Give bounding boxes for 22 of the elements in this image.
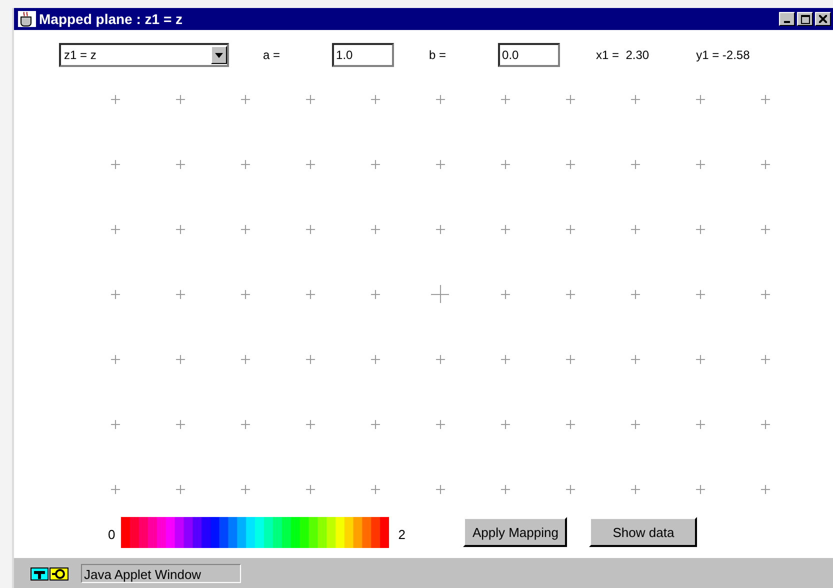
applet-status-icon — [30, 566, 70, 580]
scale-max-label: 2 — [398, 526, 406, 542]
dropdown-button[interactable] — [211, 46, 227, 64]
x1-readout: x1 = 2.30 — [596, 48, 650, 62]
action-button[interactable]: Show data — [589, 517, 698, 547]
close-icon — [819, 15, 827, 23]
coffee-cup-icon — [18, 11, 36, 27]
a-input-field[interactable]: 1.0 — [332, 43, 394, 67]
minimize-button[interactable] — [779, 12, 795, 26]
action-button[interactable]: Apply Mapping — [463, 517, 568, 547]
status-text: Java Applet Window — [81, 564, 241, 582]
caret-icon — [215, 52, 223, 58]
b-label: b = — [429, 48, 446, 62]
b-input-field[interactable]: 0.0 — [498, 43, 560, 67]
y1-readout: y1 = -2.58 — [696, 48, 750, 62]
mapping-dropdown[interactable]: z1 = z — [59, 43, 229, 67]
a-label: a = — [263, 48, 280, 62]
scale-min-label: 0 — [108, 526, 116, 542]
maximize-icon — [800, 14, 810, 24]
maximize-button[interactable] — [797, 12, 813, 26]
window-title: Mapped plane : z1 = z — [39, 11, 183, 27]
close-button[interactable] — [815, 12, 831, 26]
